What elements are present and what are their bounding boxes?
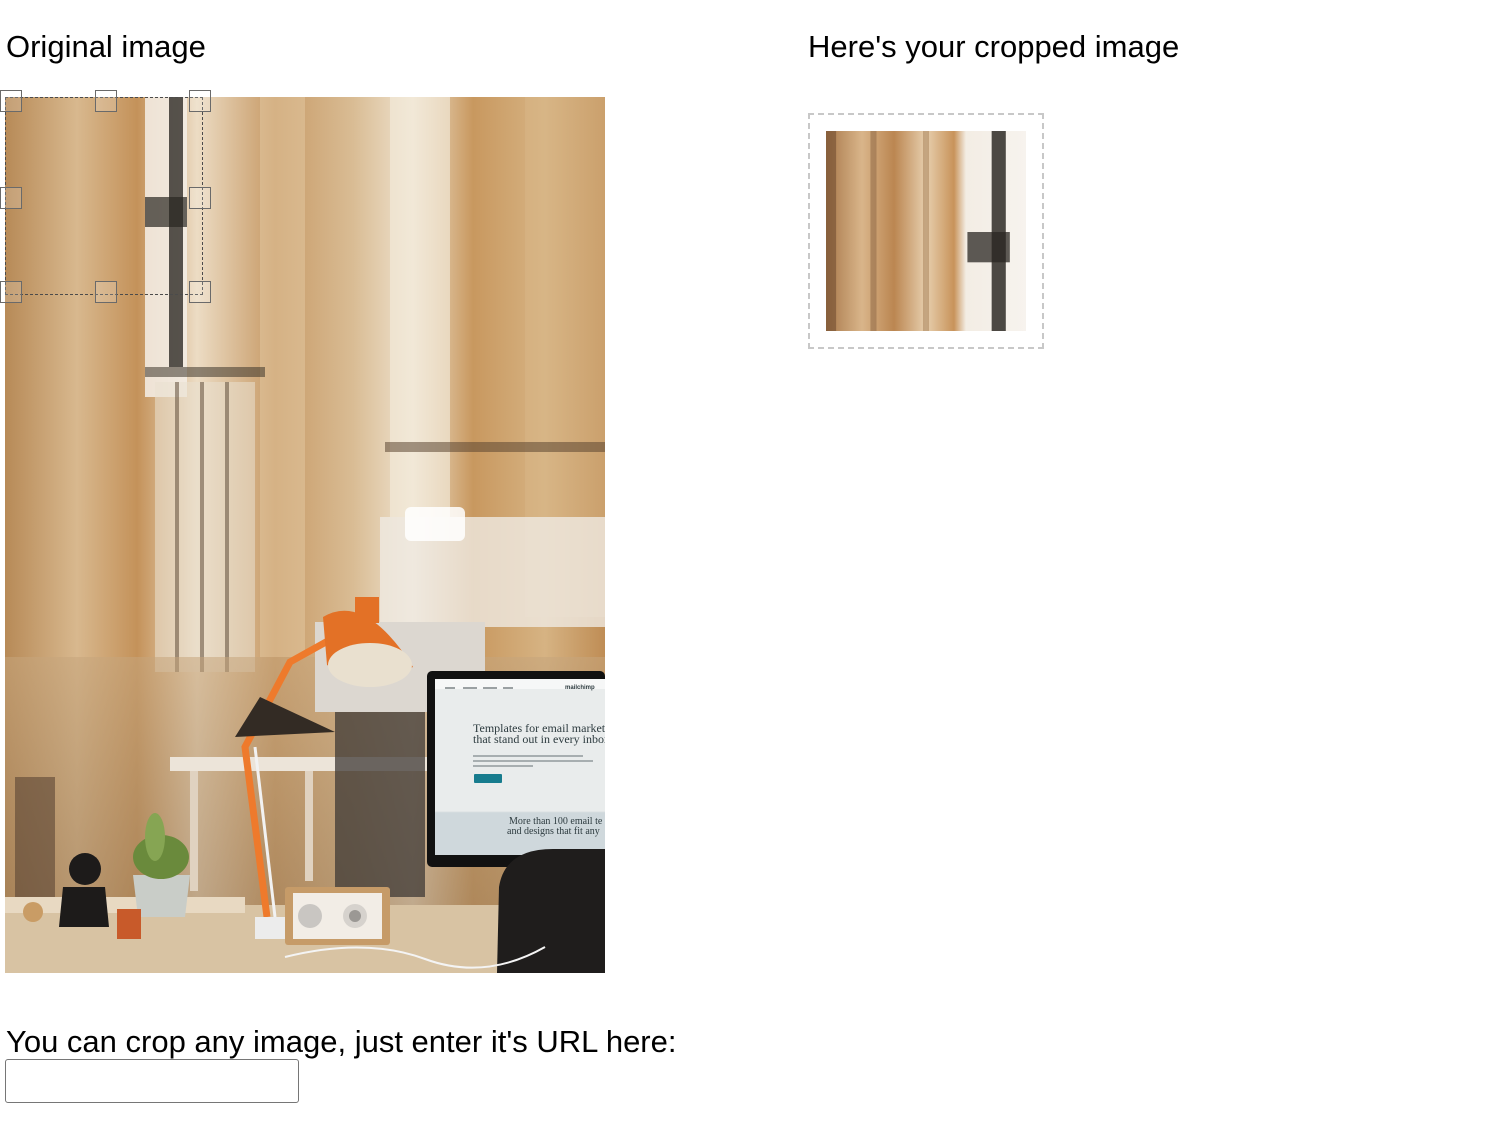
screen-headline-line2: that stand out in every inbox (473, 732, 605, 746)
crop-handle-bottom-right[interactable] (189, 281, 211, 303)
crop-handle-left[interactable] (0, 187, 22, 209)
cropped-photo (826, 131, 1026, 331)
crop-handle-top-right[interactable] (189, 90, 211, 112)
image-url-input[interactable] (5, 1059, 299, 1103)
crop-handle-bottom[interactable] (95, 281, 117, 303)
original-image-heading: Original image (6, 29, 206, 64)
crop-handle-right[interactable] (189, 187, 211, 209)
crop-handle-top[interactable] (95, 90, 117, 112)
crop-handle-top-left[interactable] (0, 90, 22, 112)
url-prompt-label: You can crop any image, just enter it's … (6, 1024, 677, 1059)
cropped-image-heading: Here's your cropped image (808, 29, 1180, 64)
crop-selection-box[interactable] (5, 97, 203, 295)
cropped-image (826, 131, 1026, 331)
crop-handle-bottom-left[interactable] (0, 281, 22, 303)
screen-subline-line2: and designs that fit any (507, 826, 600, 837)
screen-brand-text: mailchimp (565, 685, 595, 691)
screen-cta-button (474, 774, 502, 783)
